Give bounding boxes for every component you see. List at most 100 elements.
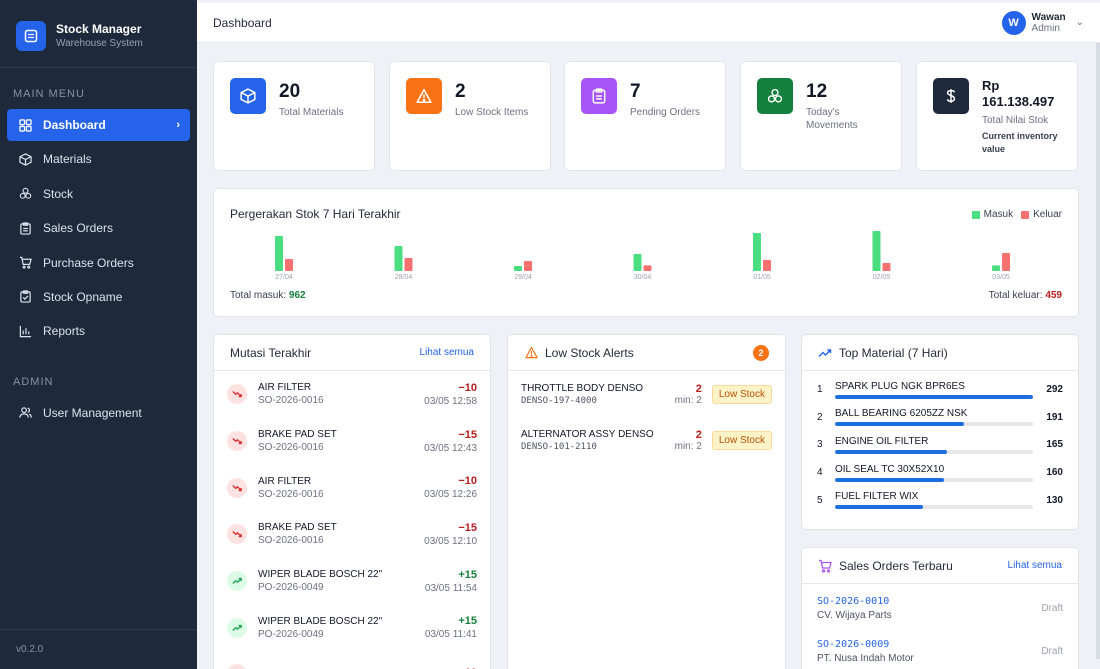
clipboard-check-icon	[17, 289, 33, 305]
page-scrollbar[interactable]	[1096, 43, 1100, 659]
movement-meta: +15 03/05 11:54	[425, 569, 477, 594]
admin-heading: ADMIN	[13, 375, 54, 388]
customer-name: CV. Wijaya Parts	[817, 610, 892, 621]
bar-in-03-05[interactable]	[992, 265, 1000, 271]
sidebar-item-stock-opname[interactable]: Stock Opname	[7, 281, 190, 313]
boxes-icon	[757, 78, 793, 114]
movement-row[interactable]: WIPER BLADE BOSCH 22" PO-2026-0049 +15 03/0…	[214, 558, 490, 605]
sidebar-item-reports[interactable]: Reports	[7, 315, 190, 347]
panel-header: Mutasi Terakhir Lihat semua	[214, 335, 490, 371]
sales-order-info: SO-2026-0010 CV. Wijaya Parts	[817, 596, 892, 621]
view-all-movements-link[interactable]: Lihat semua	[420, 347, 474, 358]
bar-out-29-04[interactable]	[524, 261, 532, 271]
bar-out-03-05[interactable]	[1002, 253, 1010, 271]
low-stock-info: ALTERNATOR ASSY DENSO DENSO-101-2110	[521, 429, 654, 452]
bar-in-28-04[interactable]	[394, 246, 403, 271]
low-stock-row[interactable]: ALTERNATOR ASSY DENSO DENSO-101-2110 2 min:…	[508, 418, 785, 465]
sidebar-item-purchase-orders[interactable]: Purchase Orders	[7, 247, 190, 279]
low-stock-row[interactable]: THROTTLE BODY DENSO DENSO-197-4000 2 min: 2…	[508, 371, 785, 418]
movement-meta: +15 03/05 11:41	[425, 615, 477, 640]
stock-level: 2 min: 2	[675, 383, 702, 406]
panel-title: Mutasi Terakhir	[230, 345, 312, 360]
bar-out-27-04[interactable]	[285, 259, 293, 271]
user-menu[interactable]: W Wawan Admin ⌄	[1001, 10, 1084, 35]
top-material-row[interactable]: 1 SPARK PLUG NGK BPR6ES 292	[802, 376, 1078, 404]
reference-number: SO-2026-0016	[258, 442, 324, 454]
brand[interactable]: Stock Manager Warehouse System	[0, 0, 197, 68]
avatar: W	[1001, 10, 1026, 35]
bar-out-02-05[interactable]	[882, 263, 891, 271]
rank-number: 5	[817, 494, 823, 506]
total-in-value: 962	[288, 290, 306, 301]
movement-row[interactable]: AIR FILTER SO-2026-0016 −10 03/05 12:58	[214, 371, 490, 418]
order-number[interactable]: SO-2026-0009	[817, 639, 914, 650]
sidebar-item-materials[interactable]: Materials	[7, 143, 190, 175]
sales-order-row[interactable]: SO-2026-0010 CV. Wijaya Parts Draft	[802, 587, 1078, 630]
movement-total: 292	[1046, 384, 1063, 396]
stock-level: 2 min: 2	[675, 429, 702, 452]
progress-fill	[835, 394, 1033, 399]
sales-order-row[interactable]: SO-2026-0009 PT. Nusa Indah Motor Draft	[802, 630, 1078, 669]
top-material-row[interactable]: 3 ENGINE OIL FILTER 165	[802, 431, 1078, 459]
box-icon	[17, 151, 33, 167]
top-material-row[interactable]: 5 FUEL FILTER WIX 130	[802, 486, 1078, 514]
movement-row[interactable]: AIR FILTER SO-2026-0016 −10 03/05 12:26	[214, 464, 490, 511]
top-material-row[interactable]: 4 OIL SEAL TC 30X52X10 160	[802, 459, 1078, 487]
material-name: THROTTLE BODY DENSO	[521, 382, 644, 394]
bar-out-30-04[interactable]	[643, 265, 652, 271]
top-material-row[interactable]: 2 BALL BEARING 6205ZZ NSK 191	[802, 404, 1078, 432]
legend-item-out: Keluar	[1021, 209, 1062, 220]
x-tick-label: 27/04	[275, 274, 293, 281]
stat-card-total-stock-value[interactable]: Rp 161.138.497 Total Nilai Stok Current …	[916, 61, 1078, 171]
minimum-quantity: min: 2	[674, 441, 702, 453]
movement-quantity: −10	[458, 475, 477, 488]
sidebar-item-stock[interactable]: Stock	[7, 178, 190, 210]
stat-label: Total Materials	[279, 107, 344, 118]
stat-card-pending-orders[interactable]: 7 Pending Orders	[564, 61, 726, 171]
rank-number: 3	[817, 439, 823, 451]
x-tick-label: 02/05	[873, 274, 891, 281]
bar-in-30-04[interactable]	[633, 254, 642, 271]
stat-card-total-materials[interactable]: 20 Total Materials	[213, 61, 375, 171]
progress-fill	[835, 477, 944, 482]
bar-out-28-04[interactable]	[404, 258, 413, 271]
material-code: DENSO-197-4000	[521, 395, 597, 406]
trending-down-icon	[227, 524, 247, 545]
stat-value-prefix: Rp	[982, 78, 1000, 93]
stat-card-today-movements[interactable]: 12 Today's Movements	[740, 61, 902, 171]
app-version: v0.2.0	[0, 629, 197, 669]
movement-row[interactable]: ENGINE OIL FILTER−10	[214, 651, 490, 669]
stat-note: Current inventory value	[982, 131, 1058, 154]
cube-icon	[230, 78, 266, 114]
stat-card-low-stock[interactable]: 2 Low Stock Items	[389, 61, 551, 171]
bar-in-27-04[interactable]	[275, 236, 283, 271]
bar-in-02-05[interactable]	[872, 231, 881, 271]
sidebar-item-dashboard[interactable]: Dashboard ›	[7, 109, 190, 141]
reference-number: SO-2026-0016	[258, 535, 324, 547]
movement-row[interactable]: BRAKE PAD SET SO-2026-0016 −15 03/05 12:10	[214, 511, 490, 558]
movement-list: AIR FILTER SO-2026-0016 −10 03/05 12:58 BRAK…	[214, 371, 490, 669]
movement-time: 03/05 12:10	[424, 535, 477, 547]
user-role: Admin	[1031, 22, 1060, 34]
material-name: WIPER BLADE BOSCH 22"	[258, 615, 383, 627]
bar-in-29-04[interactable]	[514, 266, 522, 271]
bar-out-01-05[interactable]	[763, 260, 771, 271]
sidebar-item-label: User Management	[43, 405, 142, 420]
movement-meta: −10 03/05 12:26	[424, 475, 477, 500]
bar-in-01-05[interactable]	[753, 233, 761, 271]
progress-track	[835, 505, 1033, 510]
rank-number: 2	[817, 411, 823, 423]
users-icon	[17, 405, 33, 421]
top-material-info: ENGINE OIL FILTER	[835, 436, 1041, 454]
movement-row[interactable]: WIPER BLADE BOSCH 22" PO-2026-0049 +15 03/0…	[214, 604, 490, 651]
movement-info: BRAKE PAD SET SO-2026-0016	[258, 429, 337, 453]
material-name: BALL BEARING 6205ZZ NSK	[835, 408, 968, 420]
movement-row[interactable]: BRAKE PAD SET SO-2026-0016 −15 03/05 12:43	[214, 418, 490, 465]
sidebar-item-sales-orders[interactable]: Sales Orders	[7, 212, 190, 244]
sales-order-list: SO-2026-0010 CV. Wijaya Parts Draft SO-2026…	[802, 584, 1078, 669]
sidebar-item-user-management[interactable]: User Management	[7, 397, 190, 429]
order-number[interactable]: SO-2026-0010	[817, 596, 892, 607]
panel-header: Low Stock Alerts 2	[508, 335, 785, 371]
low-stock-list: THROTTLE BODY DENSO DENSO-197-4000 2 min: 2…	[508, 371, 785, 464]
view-all-sales-orders-link[interactable]: Lihat semua	[1008, 560, 1062, 571]
